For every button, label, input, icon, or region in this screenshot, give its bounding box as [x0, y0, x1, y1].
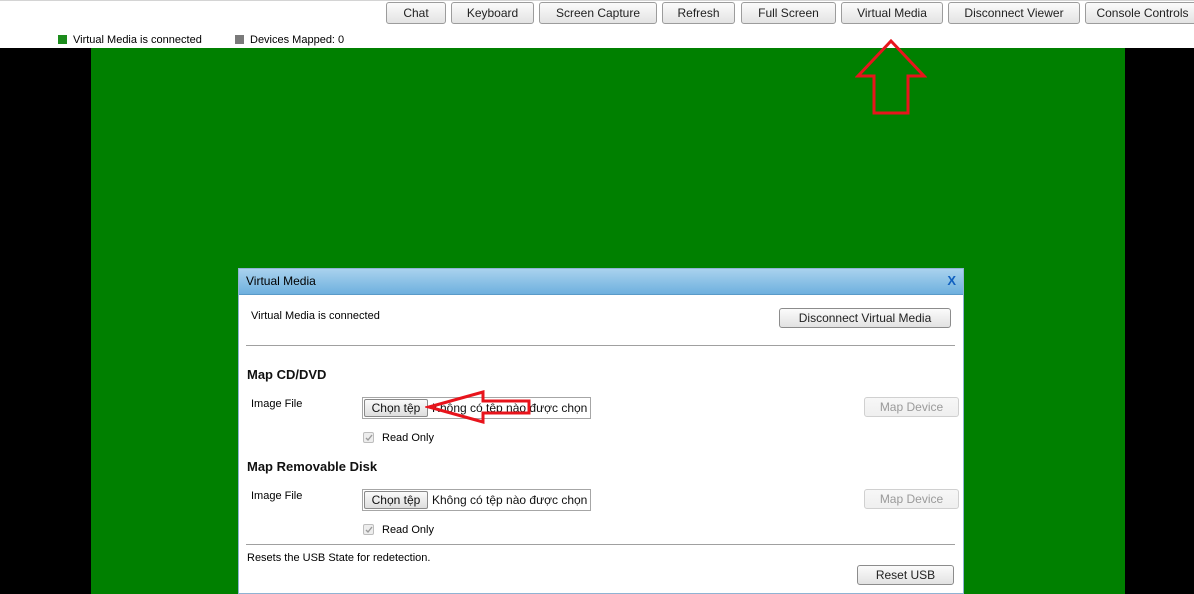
devices-mapped-indicator: Devices Mapped: 0 [235, 33, 344, 47]
cd-read-only-label: Read Only [382, 432, 434, 444]
dialog-title: Virtual Media [246, 274, 316, 288]
map-cd-dvd-heading: Map CD/DVD [247, 367, 327, 382]
disconnect-viewer-button[interactable]: Disconnect Viewer [948, 2, 1080, 24]
devices-mapped-text: Devices Mapped: 0 [250, 34, 345, 46]
virtual-media-dialog: Virtual Media X Virtual Media is connect… [238, 268, 964, 594]
removable-choose-file-button[interactable]: Chọn tệp [364, 491, 428, 509]
checkmark-icon [365, 434, 373, 442]
viewer-border-left [0, 48, 91, 594]
removable-file-input[interactable]: Chọn tệp Không có tệp nào được chọn [362, 489, 591, 511]
cd-choose-file-button[interactable]: Chọn tệp [364, 399, 428, 417]
close-icon[interactable]: X [947, 273, 956, 288]
removable-file-status: Không có tệp nào được chọn [432, 493, 588, 507]
cd-map-device-button[interactable]: Map Device [864, 397, 959, 417]
checkmark-icon [365, 526, 373, 534]
dialog-titlebar: Virtual Media X [239, 269, 963, 295]
vm-status-indicator: Virtual Media is connected [58, 33, 202, 47]
cd-image-file-label: Image File [251, 398, 303, 410]
disconnect-virtual-media-button[interactable]: Disconnect Virtual Media [779, 308, 951, 328]
removable-image-file-label: Image File [251, 490, 303, 502]
connection-status-text: Virtual Media is connected [251, 310, 380, 322]
virtual-media-button[interactable]: Virtual Media [841, 2, 943, 24]
screen-capture-button[interactable]: Screen Capture [539, 2, 657, 24]
reset-usb-note: Resets the USB State for redetection. [247, 552, 431, 564]
devices-status-icon [235, 35, 244, 44]
reset-usb-button[interactable]: Reset USB [857, 565, 954, 585]
divider [246, 345, 955, 346]
removable-map-device-button[interactable]: Map Device [864, 489, 959, 509]
cd-file-status: Không có tệp nào được chọn [432, 401, 588, 415]
vm-status-text: Virtual Media is connected [73, 34, 202, 46]
console-controls-button[interactable]: Console Controls [1085, 2, 1194, 24]
full-screen-button[interactable]: Full Screen [741, 2, 836, 24]
cd-read-only-checkbox[interactable] [363, 432, 374, 443]
divider [246, 544, 955, 545]
removable-read-only-checkbox[interactable] [363, 524, 374, 535]
viewer-border-right [1125, 48, 1194, 594]
map-removable-disk-heading: Map Removable Disk [247, 459, 378, 474]
connected-status-icon [58, 35, 67, 44]
removable-read-only-label: Read Only [382, 524, 434, 536]
keyboard-button[interactable]: Keyboard [451, 2, 534, 24]
chat-button[interactable]: Chat [386, 2, 446, 24]
refresh-button[interactable]: Refresh [662, 2, 735, 24]
top-border [0, 0, 1194, 1]
cd-file-input[interactable]: Chọn tệp Không có tệp nào được chọn [362, 397, 591, 419]
